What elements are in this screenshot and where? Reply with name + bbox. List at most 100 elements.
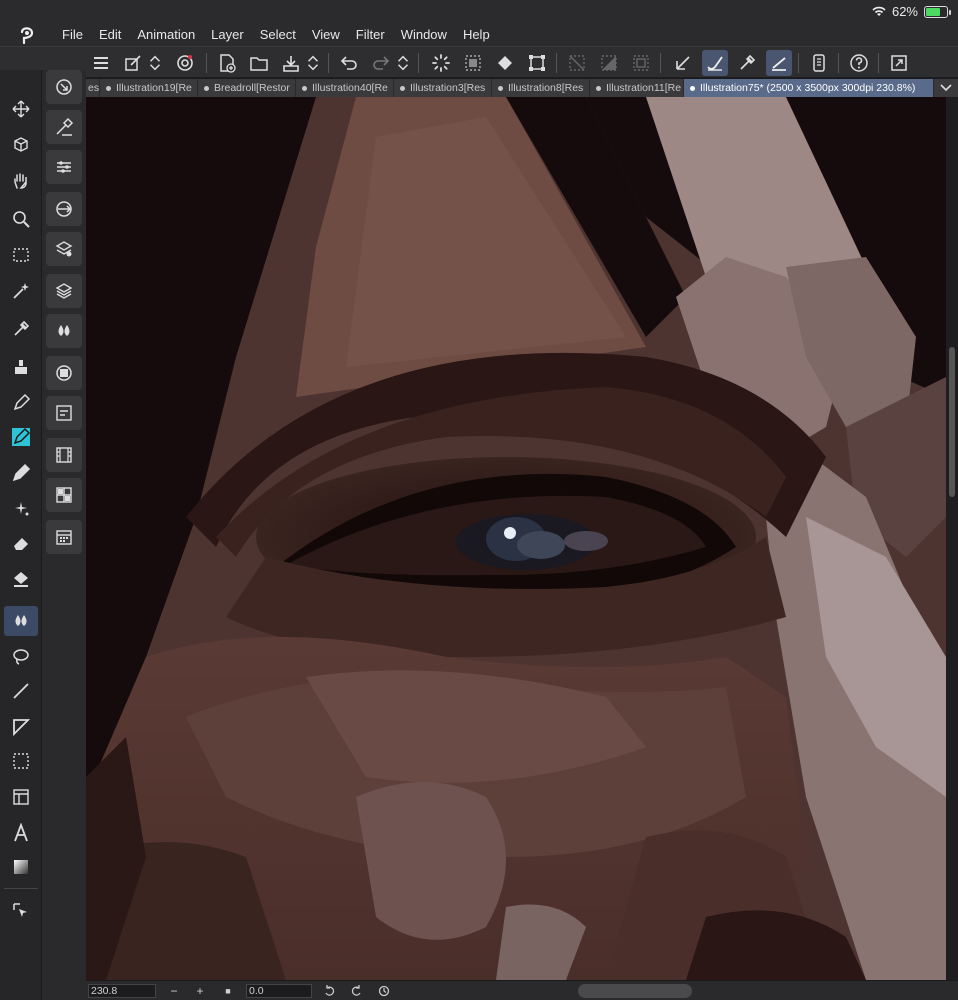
hamburger-menu-icon[interactable] <box>88 50 114 76</box>
rotation-angle-field[interactable]: 0.0 <box>246 984 312 998</box>
menu-edit[interactable]: Edit <box>91 24 129 46</box>
eyedropper-icon[interactable] <box>734 50 760 76</box>
ruler-snap-icon[interactable] <box>670 50 696 76</box>
item-bank-icon[interactable] <box>46 396 82 430</box>
3d-object-icon[interactable] <box>4 130 38 160</box>
horizontal-scroll-thumb[interactable] <box>578 984 692 998</box>
zoom-icon[interactable] <box>4 204 38 234</box>
blend-subtool-icon[interactable] <box>46 314 82 348</box>
fill-tool-icon[interactable] <box>4 564 38 594</box>
rectangle-selection-icon[interactable] <box>4 240 38 270</box>
blend-tool-icon[interactable] <box>4 606 38 636</box>
tool-panel <box>0 70 42 1000</box>
tab-partial[interactable]: es <box>86 79 100 97</box>
layout-icon[interactable] <box>4 782 38 812</box>
clear-selection-icon[interactable] <box>460 50 486 76</box>
eraser-icon[interactable] <box>4 528 38 558</box>
object-selection-icon[interactable] <box>4 896 38 926</box>
animation-timeline-icon[interactable] <box>46 438 82 472</box>
vertical-scroll-thumb[interactable] <box>949 347 955 497</box>
tool-divider <box>4 888 38 889</box>
rotate-left-icon[interactable] <box>322 983 338 999</box>
help-icon[interactable] <box>846 50 872 76</box>
material-icon[interactable] <box>46 478 82 512</box>
status-indicators: 62% <box>872 4 951 19</box>
redo-icon[interactable] <box>368 50 394 76</box>
undo-icon[interactable] <box>336 50 362 76</box>
color-history-icon[interactable] <box>46 356 82 390</box>
tab-illustration75-active[interactable]: Illustration75* (2500 x 3500px 300dpi 23… <box>684 79 934 97</box>
menu-filter[interactable]: Filter <box>348 24 393 46</box>
select-off-icon[interactable] <box>564 50 590 76</box>
open-folder-icon[interactable] <box>246 50 272 76</box>
brush-selected-icon[interactable] <box>4 422 38 452</box>
frame-border-icon[interactable] <box>4 746 38 776</box>
lasso-icon[interactable] <box>4 642 38 672</box>
clip-studio-icon[interactable] <box>172 50 198 76</box>
stepper-icon[interactable] <box>146 50 164 76</box>
fit-screen-button[interactable]: ■ <box>220 983 236 999</box>
layers-icon[interactable] <box>46 274 82 308</box>
new-file-icon[interactable] <box>214 50 240 76</box>
tab-breadroll[interactable]: Breadroll[Restor <box>198 79 296 97</box>
zoom-out-button[interactable]: − <box>166 983 182 999</box>
tab-illustration19[interactable]: Illustration19[Re <box>100 79 198 97</box>
rotate-right-icon[interactable] <box>348 983 364 999</box>
special-ruler-icon[interactable] <box>766 50 792 76</box>
tab-illustration8[interactable]: Illustration8[Res <box>492 79 590 97</box>
stepper-icon-2[interactable] <box>304 50 322 76</box>
tab-illustration3[interactable]: Illustration3[Res <box>394 79 492 97</box>
menu-help[interactable]: Help <box>455 24 498 46</box>
reset-rotation-icon[interactable] <box>376 983 392 999</box>
pencil-icon[interactable] <box>4 458 38 488</box>
color-wheel-icon[interactable] <box>46 192 82 226</box>
zoom-level-field[interactable]: 230.8 <box>88 984 156 998</box>
fullscreen-icon[interactable] <box>886 50 912 76</box>
tab-list-chevron-down-icon[interactable] <box>934 79 958 97</box>
tab-label: Illustration3[Res <box>410 82 486 94</box>
hand-icon[interactable] <box>4 166 38 196</box>
selection-border-icon[interactable] <box>628 50 654 76</box>
gradient-icon[interactable] <box>4 852 38 882</box>
brush-size-icon[interactable] <box>46 110 82 144</box>
line-tool-icon[interactable] <box>4 676 38 706</box>
command-bar <box>0 46 958 78</box>
vertical-scrollbar[interactable] <box>946 97 958 980</box>
menu-animation[interactable]: Animation <box>129 24 203 46</box>
pen-icon[interactable] <box>4 388 38 418</box>
fill-bucket-icon[interactable] <box>492 50 518 76</box>
move-layer-icon[interactable] <box>4 94 38 124</box>
drawing-canvas[interactable] <box>86 97 946 980</box>
layer-property-icon[interactable] <box>46 232 82 266</box>
stepper-icon-3[interactable] <box>394 50 412 76</box>
menu-file[interactable]: File <box>54 24 91 46</box>
menu-view[interactable]: View <box>304 24 348 46</box>
menu-select[interactable]: Select <box>252 24 304 46</box>
toolbar-separator <box>878 53 879 73</box>
save-icon[interactable] <box>278 50 304 76</box>
pen-nib-tool-icon[interactable] <box>4 352 38 382</box>
airbrush-icon[interactable] <box>4 494 38 524</box>
tab-dot-icon <box>596 85 601 91</box>
magic-wand-icon[interactable] <box>4 276 38 306</box>
menu-window[interactable]: Window <box>393 24 455 46</box>
smartphone-icon[interactable] <box>806 50 832 76</box>
tool-property-icon[interactable] <box>46 150 82 184</box>
clip-studio-logo-icon[interactable] <box>0 24 54 46</box>
tab-illustration11[interactable]: Illustration11[Re <box>590 79 684 97</box>
eyedropper-tool-icon[interactable] <box>4 314 38 344</box>
tab-label: Breadroll[Restor <box>214 82 290 94</box>
loading-spinner-icon[interactable] <box>428 50 454 76</box>
invert-selection-icon[interactable] <box>596 50 622 76</box>
brush-snap-icon[interactable] <box>702 50 728 76</box>
figure-tool-icon[interactable] <box>4 712 38 742</box>
tab-illustration40[interactable]: Illustration40[Re <box>296 79 394 97</box>
transform-icon[interactable] <box>524 50 550 76</box>
navigator-icon[interactable] <box>46 70 82 104</box>
tab-label: Illustration19[Re <box>116 82 192 94</box>
text-tool-icon[interactable] <box>4 818 38 848</box>
calendar-grid-icon[interactable] <box>46 520 82 554</box>
quick-access-icon[interactable] <box>120 50 146 76</box>
zoom-in-button[interactable]: + <box>192 983 208 999</box>
menu-layer[interactable]: Layer <box>203 24 252 46</box>
